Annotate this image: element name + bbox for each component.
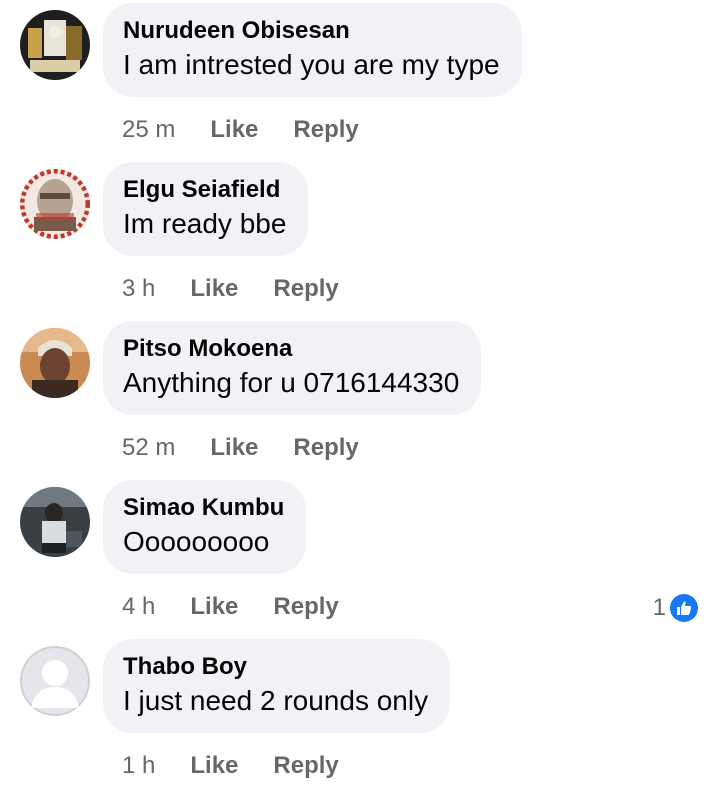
profile-photo-image xyxy=(20,487,90,557)
avatar[interactable] xyxy=(20,646,90,716)
comment-bubble: Simao Kumbu Ooooooooo xyxy=(103,480,307,574)
comment-actions: 3 h Like Reply xyxy=(122,273,374,305)
like-button[interactable]: Like xyxy=(190,275,238,303)
comment-timestamp[interactable]: 3 h xyxy=(122,275,155,303)
comment-list: Nurudeen Obisesan I am intrested you are… xyxy=(0,0,720,791)
comment-bubble: Thabo Boy I just need 2 rounds only xyxy=(103,639,451,733)
comment-actions: 52 m Like Reply xyxy=(122,432,394,464)
comment-actions: 4 h Like Reply xyxy=(122,591,374,623)
comment-text: I am intrested you are my type xyxy=(123,49,500,80)
comment-actions: 25 m Like Reply xyxy=(122,114,394,146)
reply-button[interactable]: Reply xyxy=(273,275,338,303)
comment-bubble: Elgu Seiafield Im ready bbe xyxy=(103,162,309,256)
like-button[interactable]: Like xyxy=(210,434,258,462)
avatar[interactable] xyxy=(20,328,90,398)
default-avatar-icon xyxy=(20,646,90,716)
comment-author[interactable]: Simao Kumbu xyxy=(123,494,284,522)
reply-button[interactable]: Reply xyxy=(273,752,338,780)
comment-timestamp[interactable]: 4 h xyxy=(122,593,155,621)
comment-author[interactable]: Thabo Boy xyxy=(123,653,428,681)
comment-text: I just need 2 rounds only xyxy=(123,685,429,716)
like-button[interactable]: Like xyxy=(190,752,238,780)
comment-bubble: Nurudeen Obisesan I am intrested you are… xyxy=(103,3,522,97)
reply-button[interactable]: Reply xyxy=(293,116,358,144)
comment-author[interactable]: Nurudeen Obisesan xyxy=(123,17,500,45)
comment-timestamp[interactable]: 1 h xyxy=(122,752,155,780)
like-button[interactable]: Like xyxy=(190,593,238,621)
comment-author[interactable]: Elgu Seiafield xyxy=(123,176,286,204)
comment-timestamp[interactable]: 25 m xyxy=(122,116,175,144)
reply-button[interactable]: Reply xyxy=(293,434,358,462)
reaction-count: 1 xyxy=(652,594,666,621)
profile-photo-image xyxy=(20,328,90,398)
comment-text: Ooooooooo xyxy=(123,526,270,557)
comment-text: Im ready bbe xyxy=(123,208,287,239)
thumbs-up-icon xyxy=(670,594,698,622)
comment-text: Anything for u 0716144330 xyxy=(123,367,460,398)
like-button[interactable]: Like xyxy=(210,116,258,144)
avatar[interactable] xyxy=(20,169,90,239)
profile-photo-image xyxy=(20,169,90,239)
comment-actions: 1 h Like Reply xyxy=(122,750,374,782)
comment-bubble: Pitso Mokoena Anything for u 0716144330 xyxy=(103,321,482,415)
avatar[interactable] xyxy=(20,487,90,557)
reply-button[interactable]: Reply xyxy=(273,593,338,621)
comment-timestamp[interactable]: 52 m xyxy=(122,434,175,462)
avatar[interactable] xyxy=(20,10,90,80)
comment-author[interactable]: Pitso Mokoena xyxy=(123,335,459,363)
profile-photo-image xyxy=(20,10,90,80)
reaction-summary[interactable]: 1 xyxy=(653,594,698,622)
